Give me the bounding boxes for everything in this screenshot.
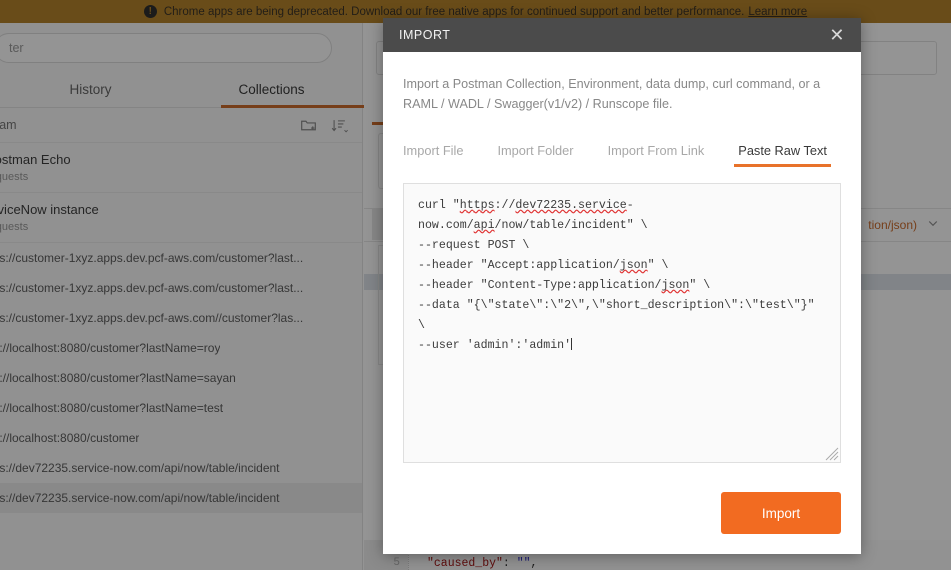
import-modal: IMPORT ✕ Import a Postman Collection, En…: [383, 18, 861, 554]
raw-text-value: curl "https://dev72235.service-now.com/a…: [418, 199, 822, 352]
tab-import-file[interactable]: Import File: [403, 137, 463, 167]
import-button[interactable]: Import: [721, 492, 841, 534]
import-modal-body: Import a Postman Collection, Environment…: [383, 52, 861, 492]
page-title: IMPORT: [399, 28, 829, 42]
tab-import-from-link[interactable]: Import From Link: [608, 137, 705, 167]
import-tabs: Import File Import Folder Import From Li…: [403, 137, 841, 167]
resize-grip-icon[interactable]: [825, 447, 839, 461]
tab-import-folder[interactable]: Import Folder: [497, 137, 573, 167]
import-description: Import a Postman Collection, Environment…: [403, 74, 833, 115]
tab-paste-raw-text[interactable]: Paste Raw Text: [738, 137, 827, 167]
app-root: ! Chrome apps are being deprecated. Down…: [0, 0, 951, 570]
raw-text-input[interactable]: curl "https://dev72235.service-now.com/a…: [403, 183, 841, 463]
import-modal-footer: Import: [383, 492, 861, 554]
import-modal-header: IMPORT ✕: [383, 18, 861, 52]
text-caret: [571, 338, 572, 350]
close-icon[interactable]: ✕: [829, 26, 845, 44]
